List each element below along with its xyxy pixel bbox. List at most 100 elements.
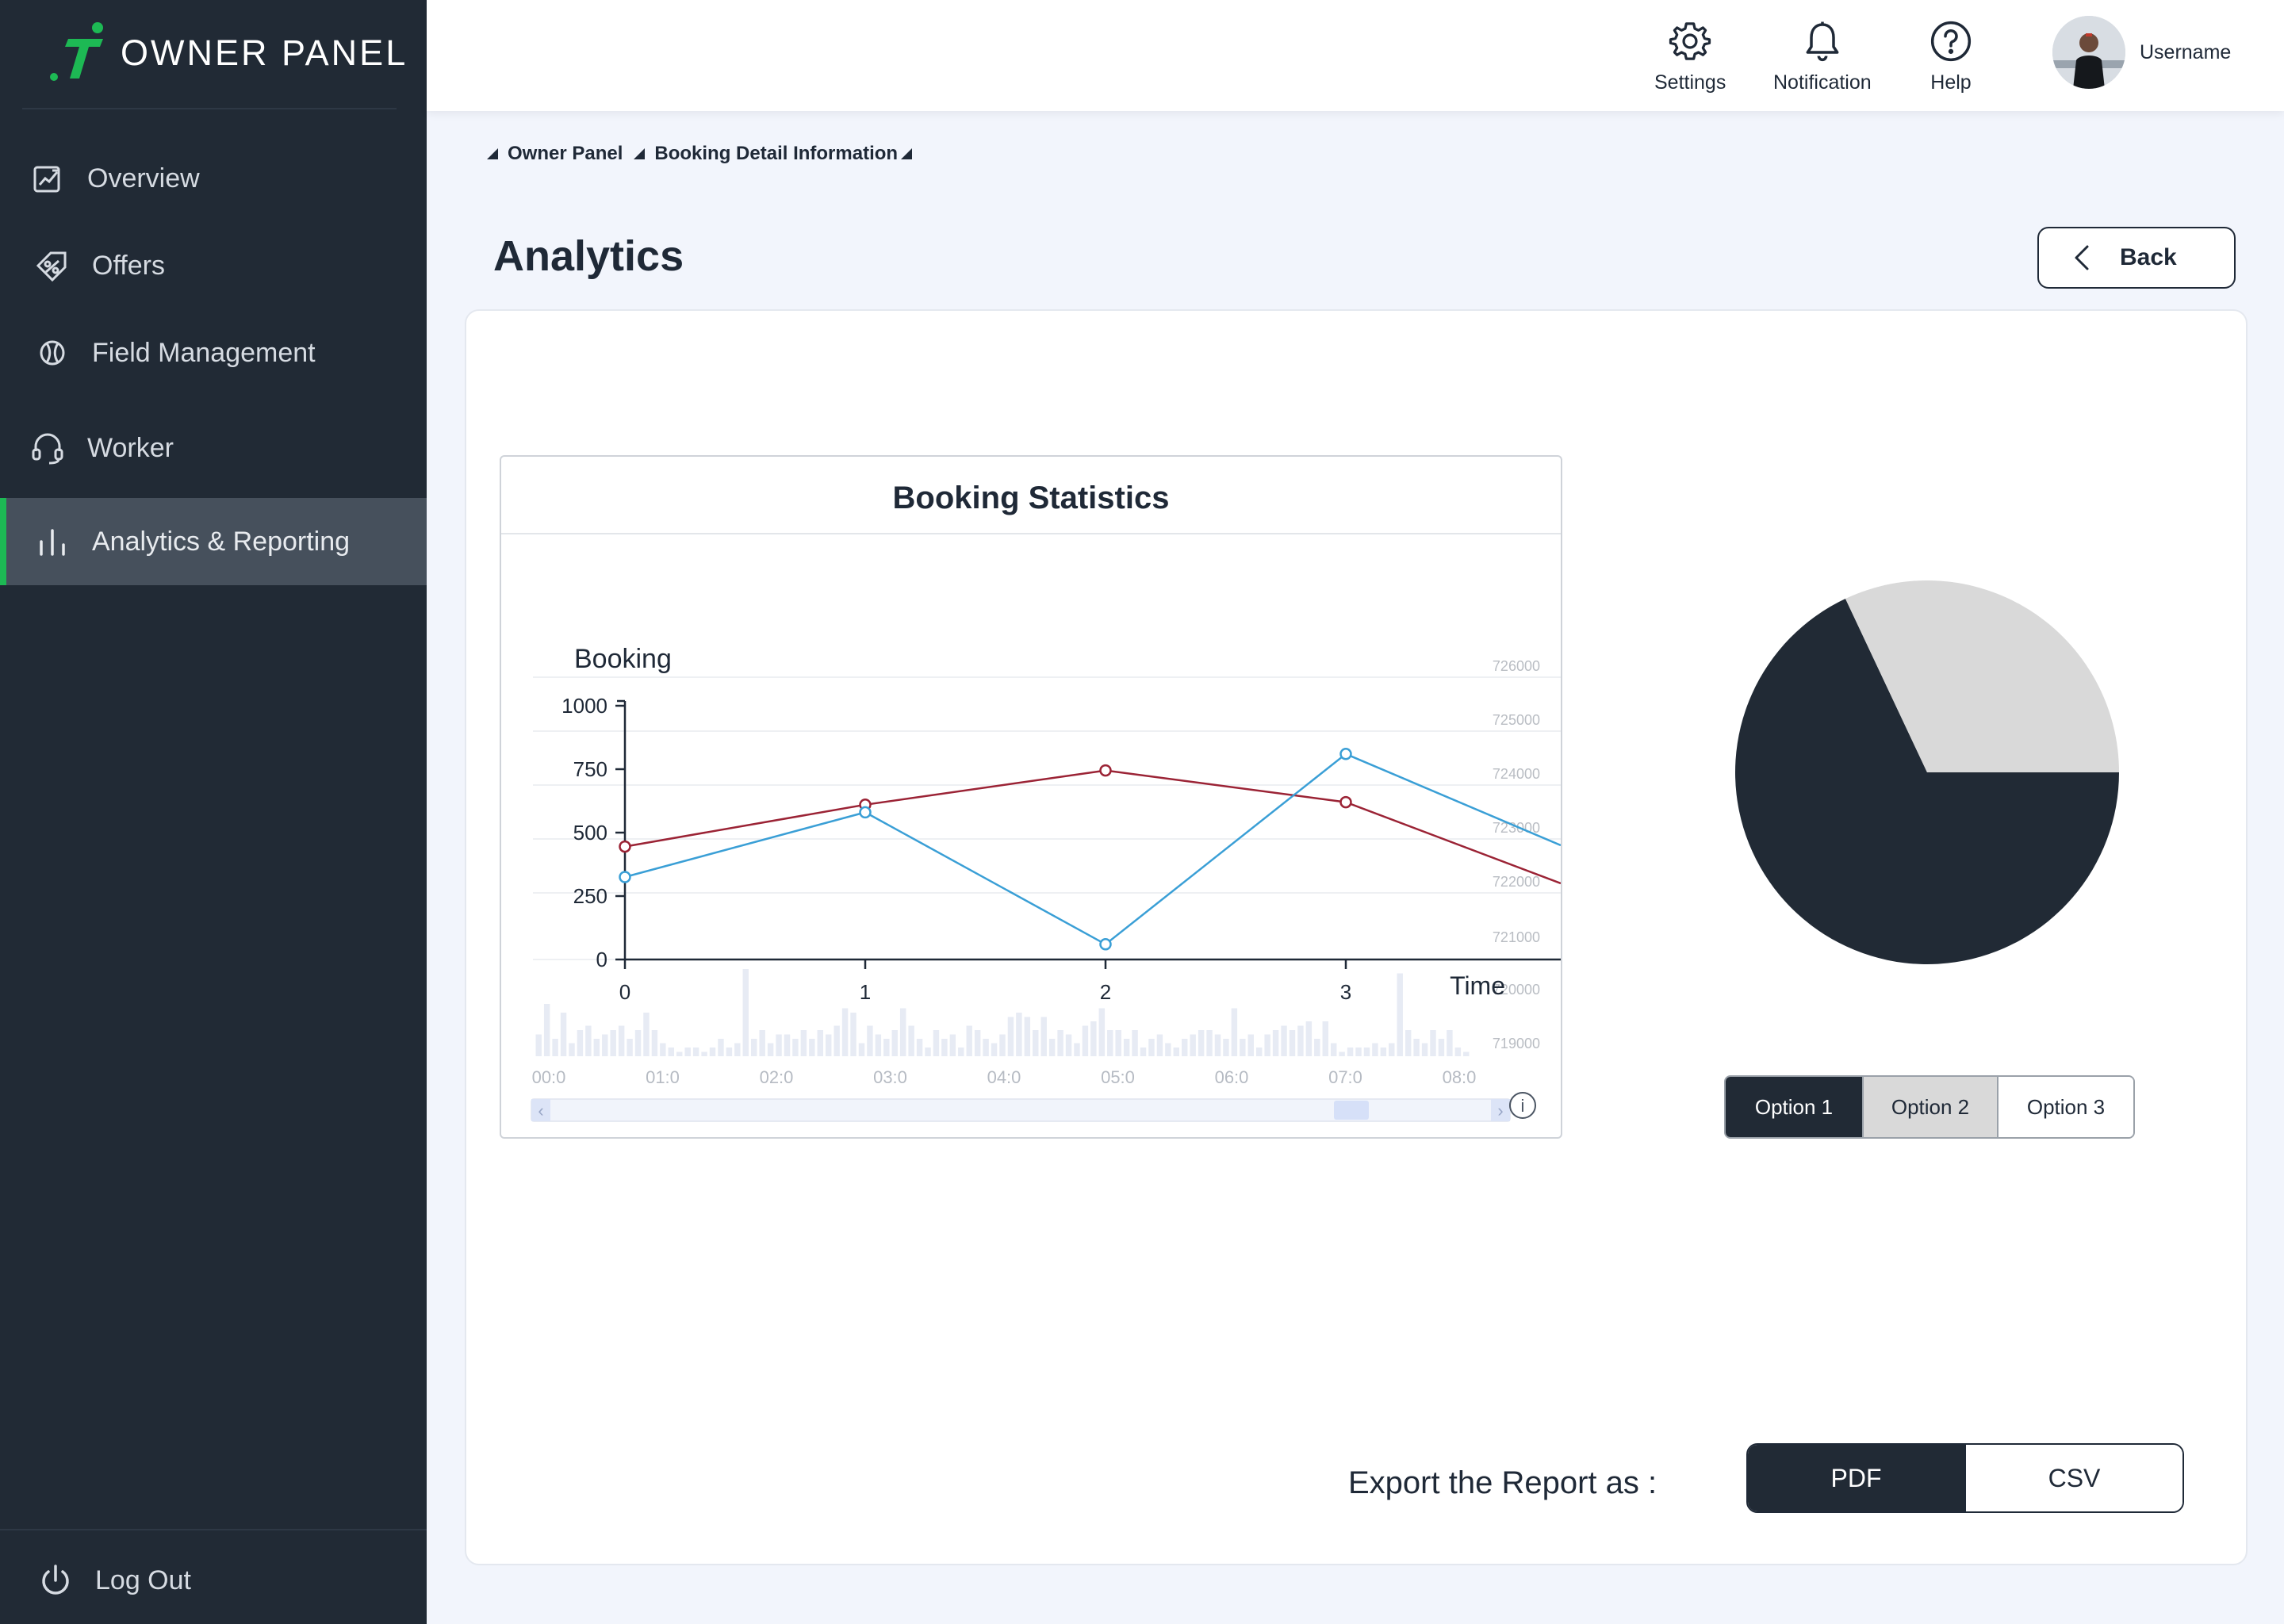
minimap-bar [627, 1039, 633, 1056]
data-point [859, 806, 872, 819]
minimap-bar [1198, 1030, 1205, 1056]
minimap-bar [1247, 1034, 1254, 1056]
minimap-bar [875, 1034, 882, 1056]
export-label: Export the Report as : [1348, 1465, 1657, 1500]
minimap-bar [933, 1030, 940, 1056]
minimap-bar [1281, 1025, 1287, 1056]
y-tick-label: 750 [573, 757, 607, 781]
minimap-bar [1405, 1030, 1412, 1056]
breadcrumb-arrow-icon [487, 148, 498, 159]
username[interactable]: Username [2140, 41, 2231, 64]
minimap-bar [692, 1048, 699, 1056]
chevron-left-icon [2074, 244, 2090, 271]
minimap-bar [585, 1025, 592, 1056]
tag-icon [33, 247, 71, 285]
sidebar-item-label: Analytics & Reporting [92, 526, 351, 557]
logo-icon [50, 22, 103, 81]
minimap-bar [634, 1030, 642, 1056]
sidebar-item-overview[interactable]: Overview [0, 135, 427, 222]
secondary-y-tick-label: 721000 [1493, 929, 1540, 945]
export-pdf-button[interactable]: PDF [1748, 1445, 1964, 1511]
headset-icon [29, 429, 67, 467]
logout-button[interactable]: Log Out [0, 1537, 427, 1624]
data-point [1339, 795, 1352, 809]
logo[interactable]: OWNER PANEL [48, 19, 408, 87]
minimap-bar [966, 1025, 972, 1056]
minimap-bar [983, 1039, 989, 1056]
sidebar-item-offers[interactable]: Offers [0, 222, 427, 309]
minimap-time-label: 06:0 [1215, 1067, 1249, 1087]
minimap-bar [651, 1030, 658, 1056]
sidebar-item-worker[interactable]: Worker [0, 404, 427, 492]
breadcrumb-item-booking-detail[interactable]: Booking Detail Information [654, 143, 898, 165]
bell-icon [1800, 19, 1845, 63]
notification-button[interactable]: Notification [1773, 19, 1872, 94]
minimap-bar [552, 1039, 558, 1056]
minimap-bar [593, 1039, 600, 1056]
minimap-bar [1289, 1030, 1296, 1056]
minimap-bar [841, 1008, 849, 1056]
minimap-bar [1156, 1034, 1163, 1056]
minimap-bar [1132, 1030, 1138, 1056]
minimap-bar [1314, 1039, 1320, 1056]
breadcrumb-item-owner-panel[interactable]: Owner Panel [508, 143, 623, 165]
minimap-bar [1182, 1039, 1188, 1056]
minimap-time-label: 04:0 [987, 1067, 1021, 1087]
minimap-bar [800, 1030, 807, 1056]
help-button[interactable]: Help [1929, 19, 1973, 94]
help-label: Help [1930, 71, 1972, 94]
minimap-bar [618, 1025, 625, 1056]
minimap-bar [676, 1051, 683, 1056]
minimap-bar [867, 1025, 873, 1056]
minimap-bar [858, 1043, 865, 1056]
minimap-bar [1430, 1030, 1436, 1056]
minimap-bar [1033, 1030, 1039, 1056]
minimap-bar [1024, 1017, 1031, 1056]
back-label: Back [2120, 244, 2177, 270]
minimap-bar [577, 1030, 584, 1056]
avatar[interactable] [2052, 16, 2125, 89]
info-icon-glyph: i [1521, 1096, 1525, 1116]
minimap-bar [1206, 1030, 1213, 1056]
minimap-bar [825, 1034, 832, 1056]
option-1-button[interactable]: Option 1 [1726, 1077, 1864, 1137]
minimap-bar [1074, 1043, 1080, 1056]
minimap-bar [718, 1039, 724, 1056]
minimap-bar [701, 1051, 707, 1056]
export-csv-button[interactable]: CSV [1964, 1445, 2182, 1511]
minimap-bar [1447, 1030, 1453, 1056]
minimap-bar [991, 1043, 998, 1056]
minimap-bar [949, 1034, 956, 1056]
minimap-bar [883, 1039, 890, 1056]
minimap-bar [759, 1030, 765, 1056]
series-line [624, 769, 1561, 885]
y-tick-label: 500 [573, 821, 607, 845]
minimap-bar [1372, 1043, 1378, 1056]
x-axis-label: Time [1450, 971, 1505, 1000]
back-button[interactable]: Back [2037, 227, 2236, 289]
option-2-button[interactable]: Option 2 [1864, 1077, 1998, 1137]
minimap-bar [543, 1004, 550, 1056]
settings-button[interactable]: Settings [1654, 19, 1726, 94]
secondary-y-tick-label: 724000 [1493, 766, 1540, 782]
pie-chart [1735, 580, 2119, 964]
option-3-button[interactable]: Option 3 [1998, 1077, 2133, 1137]
sidebar-item-analytics-reporting[interactable]: Analytics & Reporting [0, 498, 427, 585]
settings-label: Settings [1654, 71, 1726, 94]
minimap-bar [809, 1039, 815, 1056]
minimap-bar [560, 1013, 567, 1056]
minimap-bar [1190, 1034, 1196, 1056]
trend-chart-icon [29, 159, 67, 197]
minimap-bar [1438, 1039, 1445, 1056]
minimap-bar [999, 1034, 1006, 1056]
sidebar-item-label: Worker [87, 432, 174, 463]
minimap-bar [709, 1048, 716, 1056]
sidebar-item-field-management[interactable]: Field Management [0, 309, 427, 396]
minimap-time-label: 08:0 [1443, 1067, 1477, 1087]
x-tick-label: 3 [1340, 980, 1351, 1004]
secondary-y-tick-label: 725000 [1493, 712, 1540, 728]
minimap-bar [850, 1013, 856, 1056]
secondary-y-tick-label: 719000 [1493, 1036, 1540, 1051]
minimap-bar [734, 1043, 741, 1056]
sidebar-item-label: Field Management [92, 337, 316, 368]
